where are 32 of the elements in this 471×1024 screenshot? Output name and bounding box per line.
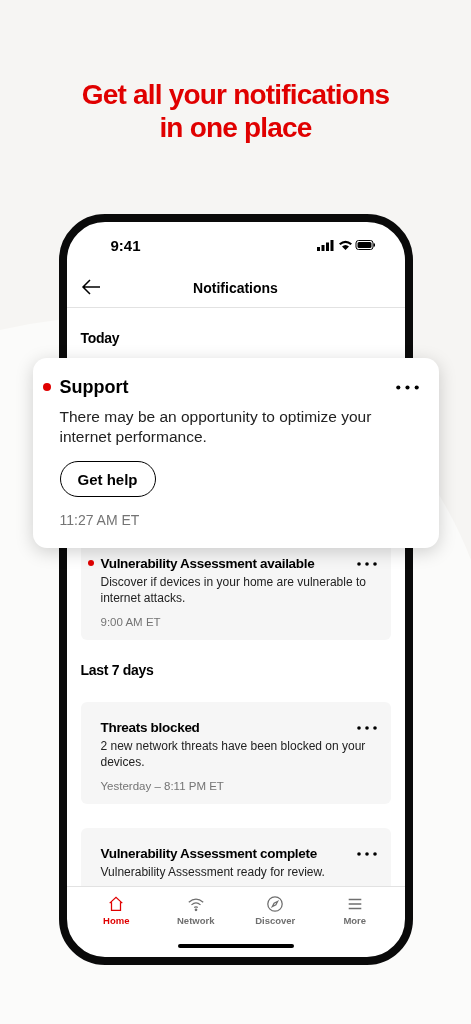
headline: Get all your notifications in one place [80,78,391,144]
more-icon[interactable] [356,851,377,856]
status-icons-drawing [316,239,375,251]
notification-title: Vulnerability Assessment available [100,556,315,571]
screen-title: Notifications [193,279,278,296]
nav-tab[interactable]: Home [81,895,152,933]
notification-time: Yesterday – 8:11 PM ET [100,780,225,792]
more-icon[interactable] [356,561,377,566]
get-help-button[interactable]: Get help [59,461,156,497]
popup-text: There may be an opportunity to optimize your internet performance. [59,407,373,447]
notification-card[interactable]: Vulnerability Assessment complete Vulnerability Assessment ready for review. [80,828,391,886]
notification-text: Discover if devices in your home are vulnerable to internet attacks. [100,574,367,606]
more-icon[interactable] [356,725,377,730]
more-icon[interactable] [395,385,419,390]
home-icon [107,895,126,913]
notification-card[interactable]: Threats blocked 2 new network threats have been blocked on your devices. Yesterday – 8:11 PM ET [80,702,391,804]
nav-tab[interactable]: More [319,895,390,933]
compass-icon [266,895,285,913]
status-time: 9:41 [110,236,141,254]
notification-text: 2 new network threats have been blocked on your devices. [100,738,367,770]
wifi-icon [186,895,205,913]
nav-tab[interactable]: Discover [240,895,311,933]
section-title: Today [80,330,121,346]
nav-tab[interactable]: Network [160,895,231,933]
notification-title: Vulnerability Assessment complete [100,846,317,861]
section-title: Last 7 days [80,662,155,678]
popup-title: Support [59,377,129,398]
notification-title: Threats blocked [100,720,200,735]
back-arrow-icon[interactable] [80,278,101,296]
notification-text: Vulnerability Assessment ready for review. [100,864,326,880]
notification-time: 9:00 AM ET [100,616,162,628]
popup-time: 11:27 AM ET [59,512,141,528]
